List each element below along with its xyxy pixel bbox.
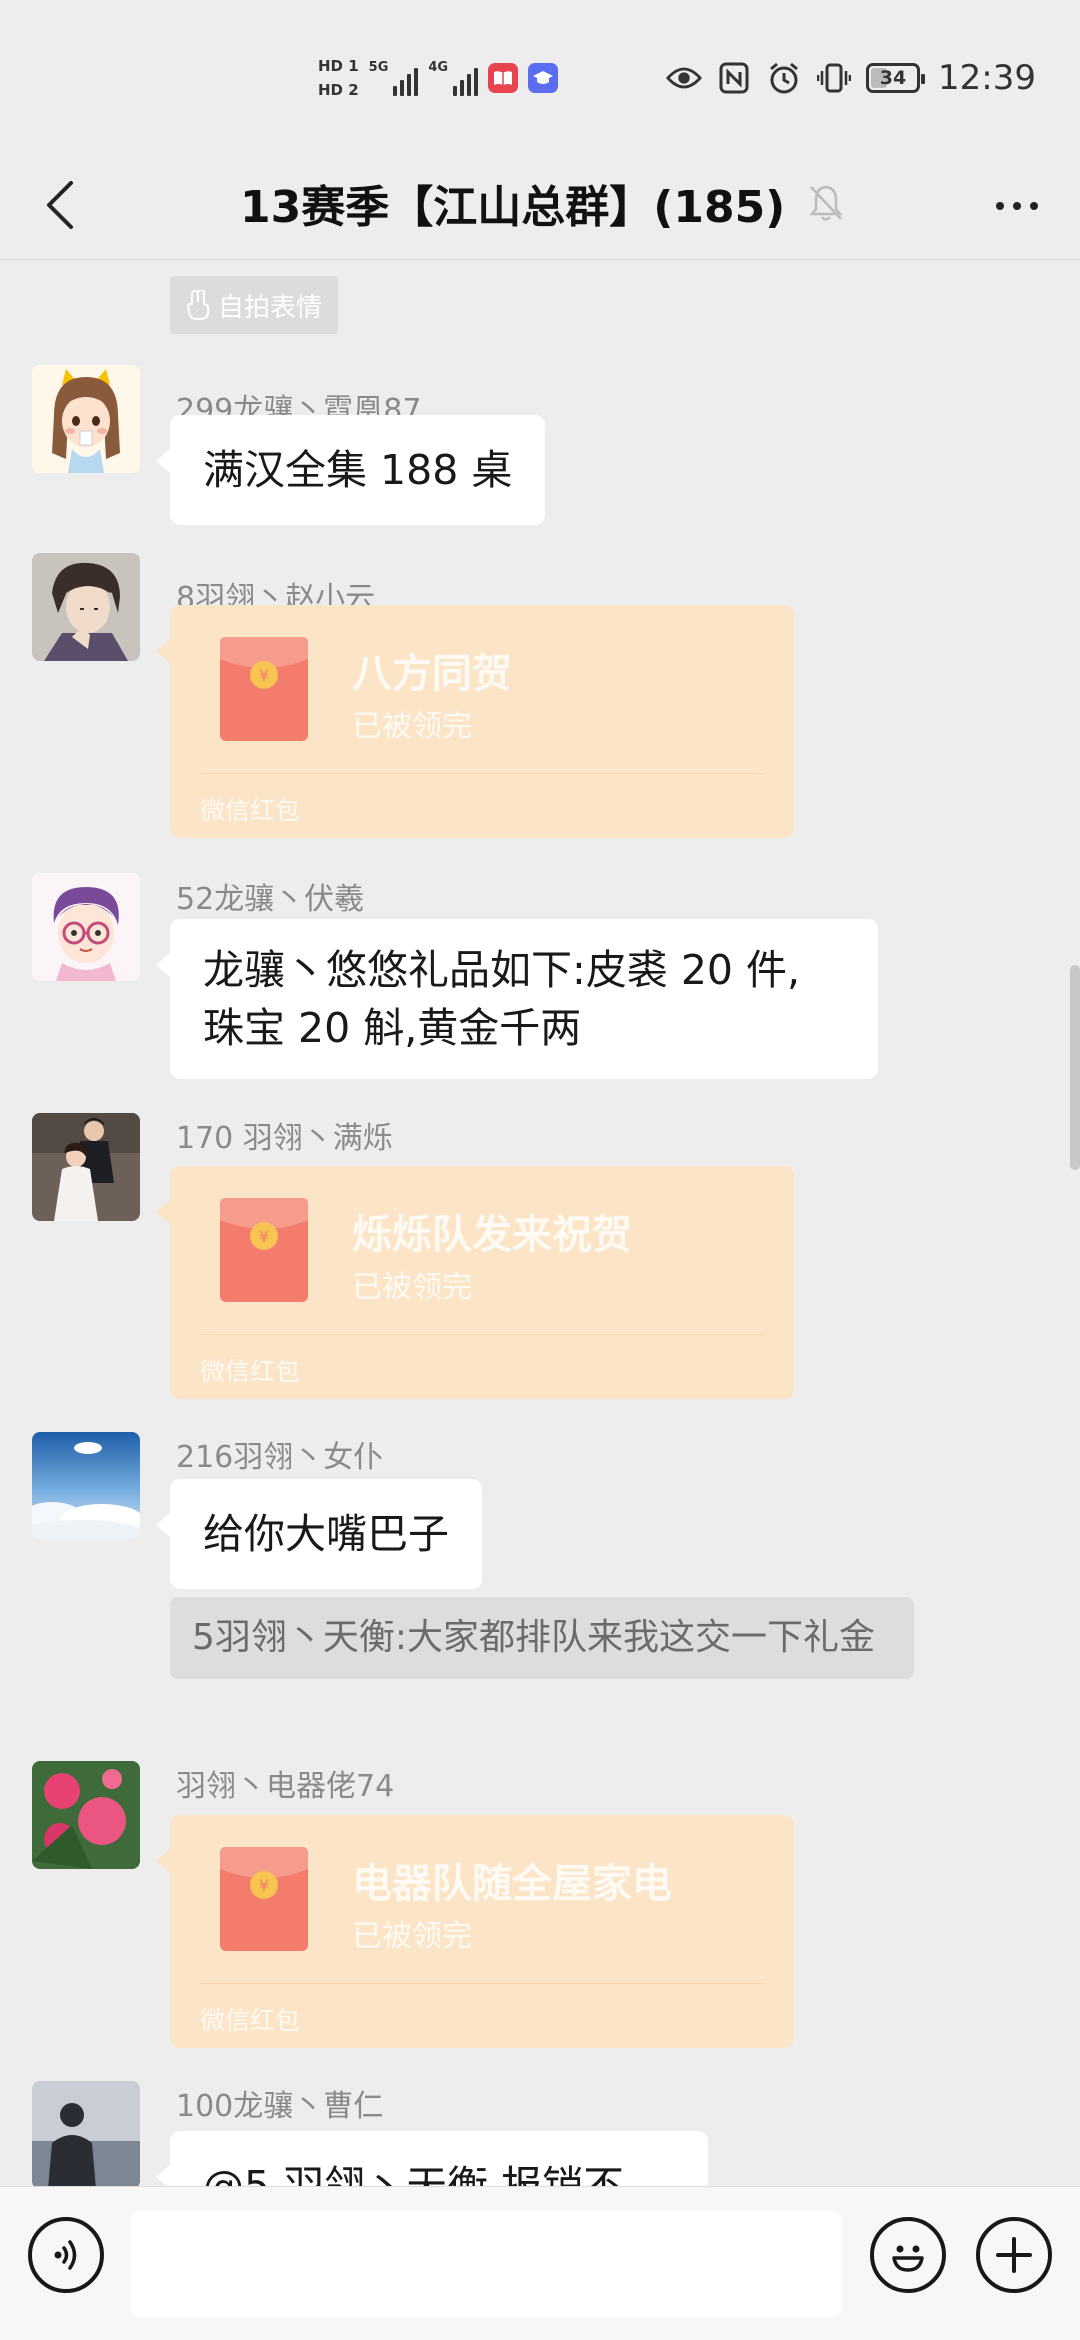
message-text: 给你大嘴巴子 [203, 1510, 449, 1558]
red-packet-footer: 微信红包 [200, 1357, 301, 1386]
red-packet-divider [200, 1983, 764, 1984]
signal-4g-icon: 4G [428, 60, 479, 96]
nfc-icon [716, 60, 752, 96]
avatar[interactable] [32, 873, 140, 981]
message-bubble[interactable]: 满汉全集 188 桌 [155, 415, 546, 525]
input-bar [0, 2186, 1080, 2340]
message-bubble[interactable]: 龙骧丶悠悠礼品如下:皮裘 20 件, 珠宝 20 斛,黄金千两 [156, 919, 878, 1079]
quoted-message[interactable]: 5羽翎丶天衡:大家都排队来我这交一下礼金 [170, 1597, 914, 1679]
message-text-line: 龙骧丶悠悠礼品如下:皮裘 20 件, [203, 946, 801, 994]
sim2-label: HD 2 [318, 81, 359, 99]
avatar[interactable] [32, 2081, 140, 2186]
sticker-tag-label: 自拍表情 [218, 292, 323, 323]
education-app-icon [528, 63, 559, 93]
avatar[interactable] [32, 365, 140, 473]
red-packet-title: 烁烁队发来祝贺 [352, 1212, 632, 1258]
svg-text:¥: ¥ [259, 1227, 269, 1246]
status-left: HD 1 HD 2 5G 4G [318, 48, 559, 108]
red-envelope-icon: ¥ [220, 1198, 308, 1302]
emoji-icon [892, 2245, 924, 2272]
red-packet-status: 已被领完 [352, 709, 472, 744]
message-text-line: 珠宝 20 斛,黄金千两 [203, 1004, 582, 1052]
red-envelope-icon: ¥ [220, 637, 308, 741]
message-text: 满汉全集 188 桌 [203, 446, 513, 494]
red-packet-card[interactable]: ¥ 八方同贺 已被领完 微信红包 [156, 605, 794, 838]
vibrate-icon [816, 60, 852, 96]
sim-indicators: HD 1 HD 2 [318, 56, 359, 100]
net2-label: 4G [428, 60, 449, 75]
bell-muted-icon [809, 185, 843, 221]
back-button[interactable] [30, 175, 90, 235]
svg-text:¥: ¥ [259, 666, 269, 685]
battery-level: 34 [879, 67, 907, 89]
hand-icon [186, 290, 209, 320]
battery-icon: 34 [866, 63, 926, 93]
red-packet-footer: 微信红包 [200, 796, 301, 825]
chat-title: 13赛季【江山总群】(185) [240, 182, 786, 233]
red-packet-divider [200, 773, 764, 774]
chat-message-list[interactable]: 自拍表情 299龙骧丶霓凰87 满汉全集 188 桌 8羽翎丶赵小云 ¥ 八方同… [0, 261, 1080, 2186]
red-packet-status: 已被领完 [352, 1919, 472, 1954]
plus-icon [996, 2237, 1032, 2273]
sender-name: 216羽翎丶女仆 [176, 1440, 384, 1475]
red-packet-divider [200, 1334, 764, 1335]
avatar[interactable] [32, 1761, 140, 1869]
chat-header: 13赛季【江山总群】(185) [0, 150, 1080, 260]
more-dot [996, 202, 1004, 210]
signal-5g-icon: 5G [369, 60, 419, 96]
red-packet-title: 电器队随全屋家电 [352, 1861, 672, 1907]
more-dot [1030, 202, 1038, 210]
selfie-sticker-tag[interactable]: 自拍表情 [170, 276, 339, 334]
red-packet-title: 八方同贺 [352, 651, 512, 697]
more-button[interactable] [982, 178, 1052, 234]
voice-button[interactable] [28, 2217, 104, 2293]
red-packet-footer: 微信红包 [200, 2006, 301, 2035]
sender-name: 100龙骧丶曹仁 [176, 2089, 384, 2124]
emoji-button[interactable] [870, 2217, 946, 2293]
sender-name: 52龙骧丶伏羲 [176, 882, 365, 917]
plus-button[interactable] [976, 2217, 1052, 2293]
message-bubble[interactable]: 给你大嘴巴子 [156, 1479, 482, 1589]
red-packet-card[interactable]: ¥ 电器队随全屋家电 已被领完 微信红包 [156, 1815, 794, 2048]
sender-name: 羽翎丶电器佬74 [176, 1769, 395, 1804]
red-packet-status: 已被领完 [352, 1270, 472, 1305]
voice-icon [54, 2240, 77, 2270]
chat-title-group[interactable]: 13赛季【江山总群】(185) [240, 168, 845, 238]
status-right: 34 12:39 [666, 50, 1036, 106]
more-dot [1013, 202, 1021, 210]
chevron-left-icon [47, 181, 73, 229]
message-bubble[interactable]: @5 羽翎丶天衡 报销不 [156, 2131, 708, 2186]
status-bar: HD 1 HD 2 5G 4G 34 12:39 [0, 0, 1080, 150]
red-packet-card[interactable]: ¥ 烁烁队发来祝贺 已被领完 微信红包 [156, 1166, 794, 1399]
message-text: @5 羽翎丶天衡 报销不 [203, 2162, 625, 2186]
book-app-icon [488, 63, 519, 93]
message-input[interactable] [130, 2211, 842, 2317]
net1-label: 5G [368, 60, 389, 75]
clock: 12:39 [938, 58, 1036, 98]
sender-name: 170 羽翎丶满烁 [176, 1121, 393, 1156]
svg-text:¥: ¥ [259, 1876, 269, 1895]
avatar[interactable] [32, 1113, 140, 1221]
alarm-icon [766, 60, 802, 96]
red-envelope-icon: ¥ [220, 1847, 308, 1951]
chat-scrollbar[interactable] [1070, 965, 1080, 1170]
sim1-label: HD 1 [318, 57, 359, 75]
avatar[interactable] [32, 553, 140, 661]
eye-icon [666, 60, 703, 96]
avatar[interactable] [32, 1432, 140, 1540]
